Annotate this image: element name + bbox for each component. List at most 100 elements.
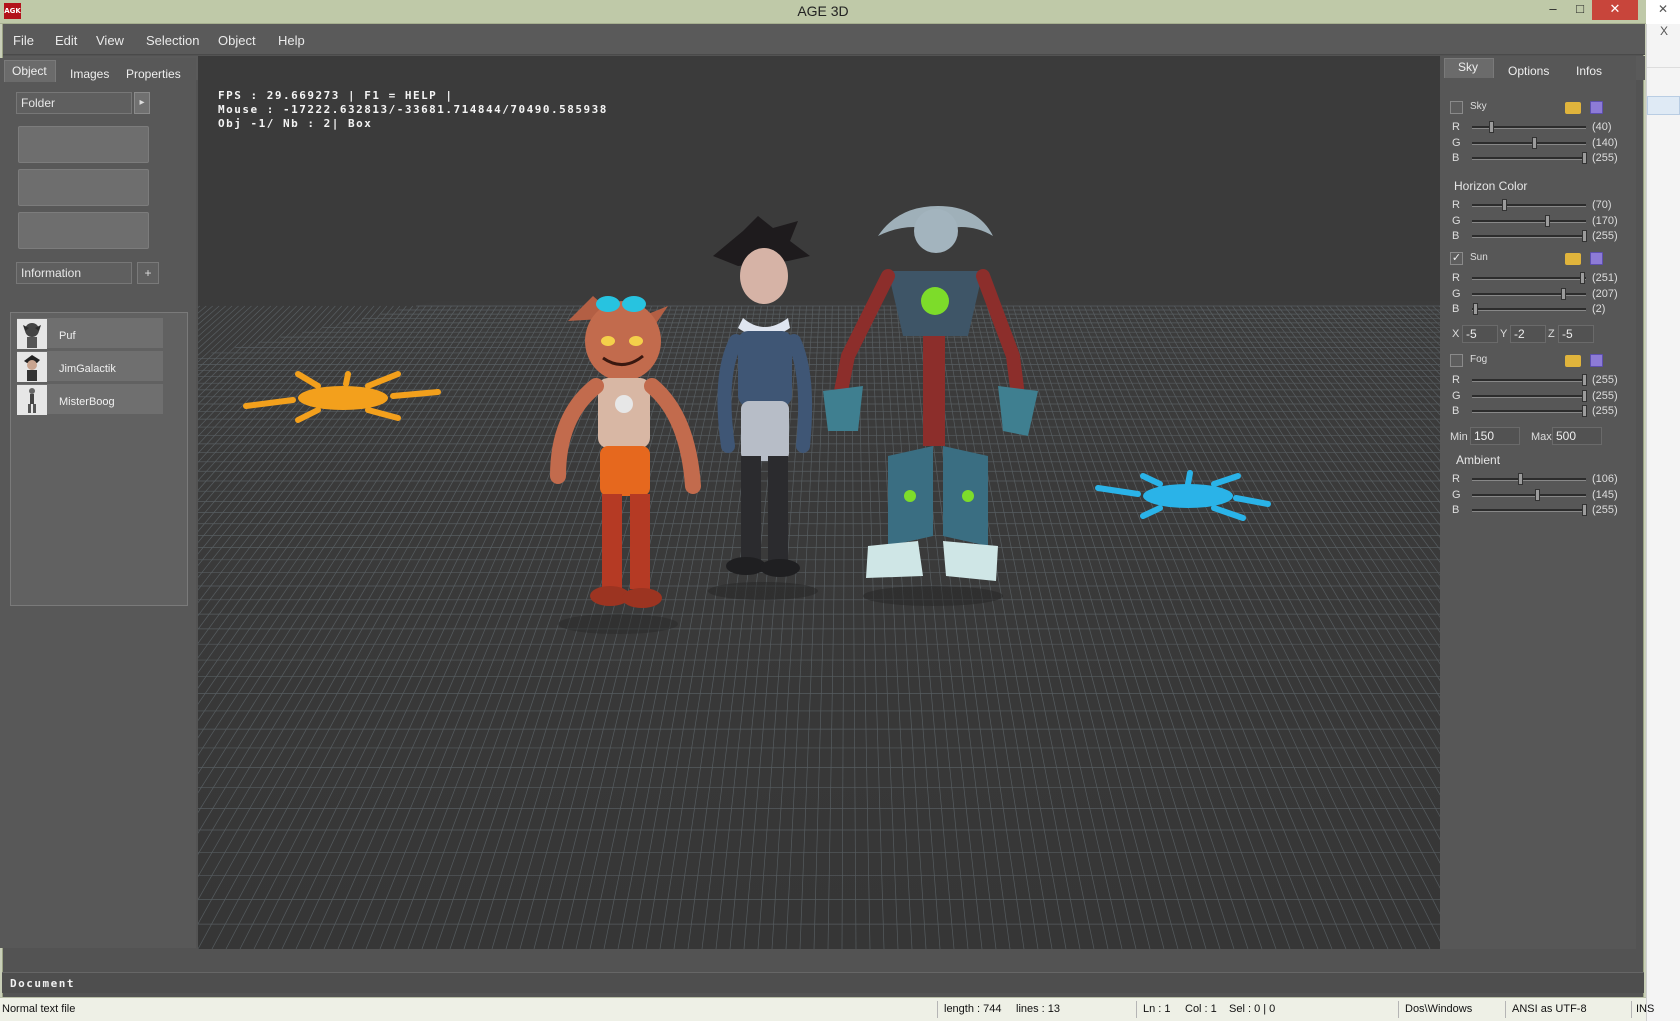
sun-load-folder-icon[interactable] [1565, 253, 1581, 265]
empty-slot-button[interactable] [18, 212, 149, 249]
menu-file[interactable]: File [13, 33, 34, 48]
folder-dropdown-icon[interactable]: ▸ [134, 92, 150, 114]
sky-r-slider[interactable] [1472, 121, 1586, 133]
sun-z-input[interactable]: -5 [1558, 325, 1594, 343]
y-label: Y [1500, 328, 1508, 340]
divider [937, 1001, 938, 1018]
x-label: X [1452, 328, 1460, 340]
status-encoding: ANSI as UTF-8 [1512, 1003, 1587, 1015]
sky-checkbox[interactable] [1450, 101, 1463, 114]
fog-min-input[interactable]: 150 [1470, 427, 1520, 445]
add-info-button[interactable]: + [137, 262, 159, 284]
ambient-r-value: (106) [1592, 473, 1618, 485]
channel-label: G [1452, 287, 1461, 300]
close-button[interactable]: ✕ [1592, 0, 1638, 20]
sun-save-icon[interactable] [1590, 252, 1603, 265]
sun-x-input[interactable]: -5 [1462, 325, 1498, 343]
status-lines: lines : 13 [1016, 1003, 1061, 1015]
slider-thumb[interactable] [1582, 405, 1587, 417]
channel-label: G [1452, 488, 1461, 501]
fog-r-slider[interactable] [1472, 374, 1587, 386]
tab-object[interactable]: Object [12, 64, 47, 78]
sky-load-folder-icon[interactable] [1565, 102, 1581, 114]
slider-thumb[interactable] [1580, 272, 1586, 284]
sky-g-slider[interactable] [1472, 136, 1586, 149]
sky-save-icon[interactable] [1590, 101, 1603, 114]
slider-thumb[interactable] [1502, 199, 1508, 211]
object-readout: Obj -1/ Nb : 2| Box [218, 117, 373, 130]
minimize-button[interactable]: – [1538, 0, 1568, 20]
fog-b-slider[interactable] [1472, 405, 1587, 417]
slider-thumb[interactable] [1489, 121, 1495, 133]
channel-label: G [1452, 214, 1461, 227]
fog-max-input[interactable]: 500 [1552, 427, 1602, 445]
slider-thumb[interactable] [1582, 504, 1587, 516]
background-selected-row [1647, 96, 1680, 115]
list-item-label: JimGalactik [59, 363, 116, 375]
horizon-g-slider[interactable] [1472, 214, 1586, 227]
slider-thumb[interactable] [1532, 136, 1538, 149]
ambient-b-value: (255) [1592, 504, 1618, 516]
status-bar: Normal text file length : 744 lines : 13… [0, 997, 1654, 1021]
status-column: Col : 1 [1185, 1003, 1217, 1015]
sun-b-slider[interactable] [1472, 303, 1586, 315]
slider-thumb[interactable] [1582, 230, 1587, 242]
ambient-g-value: (145) [1592, 488, 1618, 501]
list-item[interactable]: JimGalactik [17, 351, 163, 382]
fog-b-value: (255) [1592, 405, 1618, 417]
slider-thumb[interactable] [1582, 374, 1587, 386]
slider-thumb[interactable] [1582, 389, 1587, 402]
folder-select[interactable]: Folder [16, 92, 132, 114]
tab-properties[interactable]: Properties [126, 67, 181, 81]
sun-checkbox[interactable]: ✓ [1450, 252, 1463, 265]
divider [1398, 1001, 1399, 1018]
sun-r-slider[interactable] [1472, 272, 1586, 284]
slider-thumb[interactable] [1472, 303, 1478, 315]
information-select[interactable]: Information [16, 262, 132, 284]
horizon-b-slider[interactable] [1472, 230, 1587, 242]
channel-label: B [1452, 405, 1460, 417]
ambient-label: Ambient [1456, 453, 1501, 467]
slider-thumb[interactable] [1561, 287, 1567, 300]
slider-thumb[interactable] [1517, 473, 1523, 485]
menu-view[interactable]: View [96, 33, 124, 48]
menu-selection[interactable]: Selection [146, 33, 199, 48]
slider-thumb[interactable] [1545, 214, 1551, 227]
fps-readout: FPS : 29.669273 | F1 = HELP | [218, 89, 454, 102]
list-item[interactable]: Puf [17, 318, 163, 349]
sun-g-slider[interactable] [1472, 287, 1586, 300]
empty-slot-button[interactable] [18, 126, 149, 163]
list-item[interactable]: MisterBoog [17, 384, 163, 415]
horizon-r-slider[interactable] [1472, 199, 1586, 211]
3d-viewport[interactable] [198, 56, 1440, 949]
menu-help[interactable]: Help [278, 33, 305, 48]
fog-save-icon[interactable] [1590, 354, 1603, 367]
sky-g-value: (140) [1592, 136, 1618, 149]
fog-checkbox[interactable] [1450, 354, 1463, 367]
fog-r-value: (255) [1592, 374, 1618, 386]
background-close-icon[interactable]: ✕ [1646, 0, 1680, 24]
ambient-r-slider[interactable] [1472, 473, 1586, 485]
fog-g-slider[interactable] [1472, 389, 1587, 402]
sun-y-input[interactable]: -2 [1510, 325, 1546, 343]
slider-thumb[interactable] [1534, 488, 1540, 501]
ambient-b-slider[interactable] [1472, 504, 1587, 516]
menu-bar: File Edit View Selection Object Help [3, 24, 1645, 55]
maximize-button[interactable]: □ [1565, 0, 1595, 20]
channel-label: B [1452, 504, 1460, 516]
menu-edit[interactable]: Edit [55, 33, 77, 48]
tab-images[interactable]: Images [70, 67, 109, 81]
empty-slot-button[interactable] [18, 169, 149, 206]
status-length: length : 744 [944, 1003, 1002, 1015]
fog-min-label: Min [1450, 431, 1468, 443]
channel-label: R [1452, 374, 1460, 386]
sky-b-slider[interactable] [1472, 152, 1587, 164]
fog-load-folder-icon[interactable] [1565, 355, 1581, 367]
sky-label: Sky [1470, 101, 1487, 112]
menu-object[interactable]: Object [218, 33, 256, 48]
channel-label: R [1452, 272, 1460, 284]
slider-thumb[interactable] [1582, 152, 1587, 164]
scene-render [198, 56, 1440, 949]
status-selection: Sel : 0 | 0 [1229, 1003, 1276, 1015]
ambient-g-slider[interactable] [1472, 488, 1586, 501]
